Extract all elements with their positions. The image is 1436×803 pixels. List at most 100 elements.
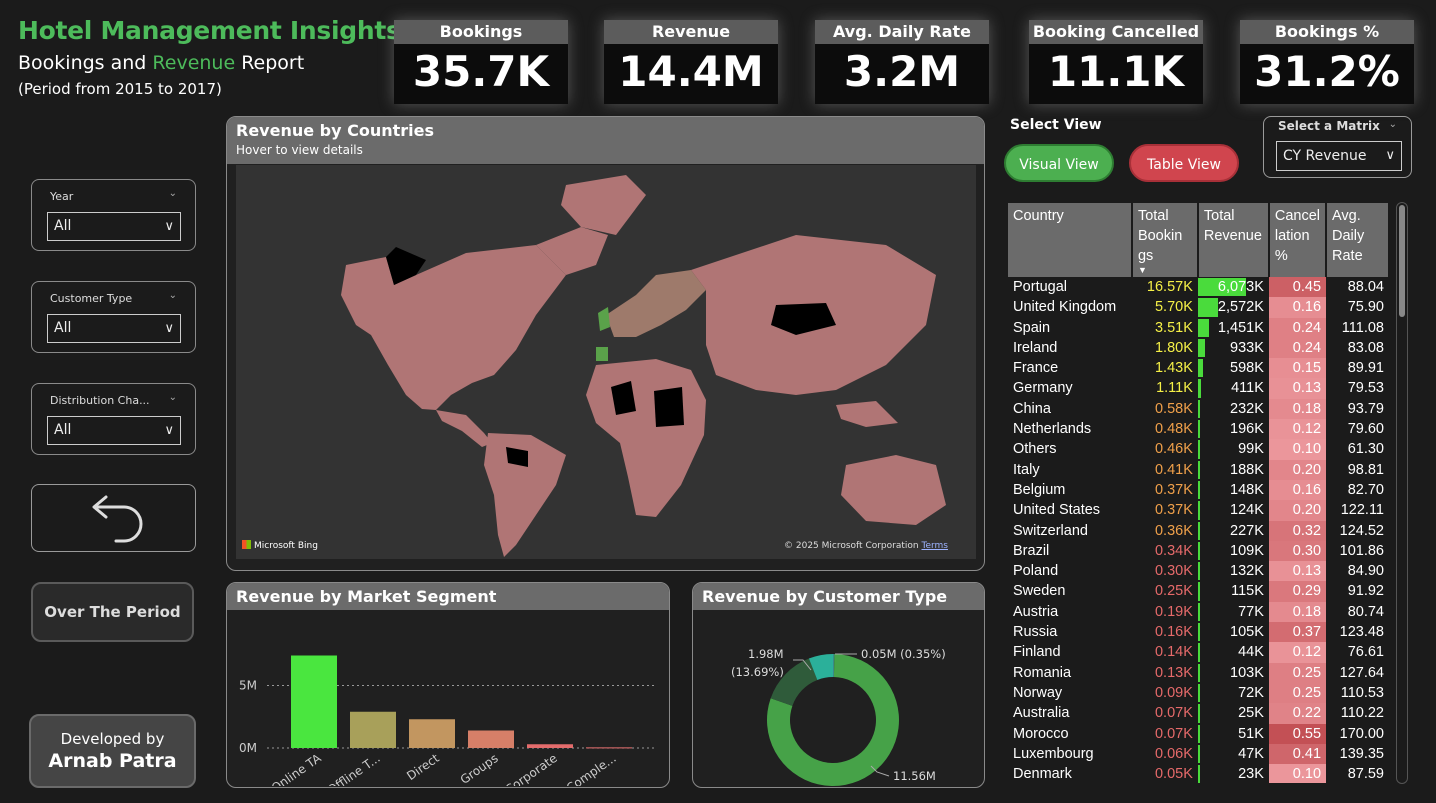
dropdown-value: All bbox=[54, 320, 72, 336]
reset-button[interactable] bbox=[31, 484, 196, 552]
col-avg-daily-rate[interactable]: Avg. Daily Rate bbox=[1326, 203, 1390, 277]
kpi-value: 31.2% bbox=[1254, 47, 1400, 96]
table-row[interactable]: Ireland 1.80K 933K 0.24 83.08 bbox=[1008, 337, 1389, 359]
revenue-databar bbox=[1197, 501, 1200, 520]
revenue-databar bbox=[1197, 744, 1200, 764]
cell-revenue: 124K bbox=[1197, 500, 1269, 520]
table-row[interactable]: Austria 0.19K 77K 0.18 80.74 bbox=[1008, 601, 1389, 623]
table-row[interactable]: Finland 0.14K 44K 0.12 76.61 bbox=[1008, 642, 1389, 663]
slice-label: 1.98M bbox=[748, 647, 784, 661]
filter-distribution-channel[interactable]: Distribution Cha... ⌄ All ∨ bbox=[31, 383, 196, 455]
table-scrollbar[interactable] bbox=[1396, 202, 1408, 784]
customer-type-dropdown[interactable]: All ∨ bbox=[47, 314, 181, 343]
table-row[interactable]: Sweden 0.25K 115K 0.29 91.92 bbox=[1008, 581, 1389, 602]
col-country[interactable]: Country bbox=[1008, 203, 1133, 277]
chevron-down-icon[interactable]: ⌄ bbox=[169, 188, 177, 199]
table-row[interactable]: Romania 0.13K 103K 0.25 127.64 bbox=[1008, 662, 1389, 683]
year-dropdown[interactable]: All ∨ bbox=[47, 212, 181, 241]
cell-country: Spain bbox=[1013, 319, 1051, 336]
col-cancellation[interactable]: Cancel lation % bbox=[1268, 203, 1328, 277]
bar[interactable] bbox=[291, 655, 337, 749]
revenue-value: 77K bbox=[1238, 603, 1264, 620]
col-total-bookings[interactable]: Total Bookin gs ▼ bbox=[1131, 203, 1199, 277]
market-segment-chart[interactable]: 0M 5M Online TA Offline T... Direct Groups Cor… bbox=[227, 610, 670, 787]
table-row[interactable]: United Kingdom 5.70K 2,572K 0.16 75.90 bbox=[1008, 297, 1389, 318]
revenue-value: 124K bbox=[1230, 502, 1264, 519]
revenue-value: 2,572K bbox=[1217, 299, 1264, 316]
table-row[interactable]: Denmark 0.05K 23K 0.10 87.59 bbox=[1008, 764, 1389, 783]
table-view-button[interactable]: Table View bbox=[1129, 144, 1239, 182]
dashboard: Hotel Management Insights Bookings and R… bbox=[0, 0, 1436, 803]
revenue-value: 109K bbox=[1230, 542, 1264, 559]
bing-logo: Microsoft Bing bbox=[242, 540, 318, 551]
revenue-value: 51K bbox=[1238, 725, 1264, 742]
cell-bookings: 1.43K bbox=[1154, 360, 1193, 377]
cell-avg-daily-rate: 101.86 bbox=[1339, 542, 1384, 559]
cell-cancellation: 0.22 bbox=[1268, 703, 1327, 724]
table-row[interactable]: China 0.58K 232K 0.18 93.79 bbox=[1008, 398, 1389, 420]
cell-revenue: 1,451K bbox=[1197, 318, 1269, 338]
table-row[interactable]: Others 0.46K 99K 0.10 61.30 bbox=[1008, 439, 1389, 460]
cell-cancellation: 0.55 bbox=[1268, 723, 1327, 744]
filter-label: Distribution Cha... bbox=[50, 394, 150, 407]
revenue-databar bbox=[1197, 460, 1200, 479]
chevron-down-icon: ∨ bbox=[1385, 148, 1395, 163]
cell-revenue: 227K bbox=[1197, 521, 1269, 541]
revenue-value: 148K bbox=[1230, 481, 1264, 498]
table-row[interactable]: Luxembourg 0.06K 47K 0.41 139.35 bbox=[1008, 743, 1389, 765]
table-row[interactable]: United States 0.37K 124K 0.20 122.11 bbox=[1008, 500, 1389, 521]
table-row[interactable]: Switzerland 0.36K 227K 0.32 124.52 bbox=[1008, 520, 1389, 541]
cell-revenue: 44K bbox=[1197, 642, 1269, 662]
table-row[interactable]: Spain 3.51K 1,451K 0.24 111.08 bbox=[1008, 317, 1389, 338]
chevron-down-icon[interactable]: ⌄ bbox=[1389, 119, 1397, 130]
table-row[interactable]: Belgium 0.37K 148K 0.16 82.70 bbox=[1008, 479, 1389, 501]
chevron-down-icon[interactable]: ⌄ bbox=[169, 290, 177, 301]
table-row[interactable]: Australia 0.07K 25K 0.22 110.22 bbox=[1008, 703, 1389, 724]
over-the-period-button[interactable]: Over The Period bbox=[31, 582, 194, 642]
cell-country: Switzerland bbox=[1013, 522, 1088, 539]
bar[interactable] bbox=[350, 711, 396, 748]
revenue-by-countries-panel: Revenue by Countries Hover to view detai… bbox=[226, 116, 985, 571]
bar[interactable] bbox=[527, 744, 573, 748]
col-total-revenue[interactable]: Total Revenue bbox=[1197, 203, 1270, 277]
filter-year[interactable]: Year ⌄ All ∨ bbox=[31, 179, 196, 251]
table-row[interactable]: Germany 1.11K 411K 0.13 79.53 bbox=[1008, 378, 1389, 399]
bar[interactable] bbox=[409, 719, 455, 748]
terms-link[interactable]: Terms bbox=[921, 541, 948, 551]
cell-avg-daily-rate: 82.70 bbox=[1347, 481, 1384, 498]
bar[interactable] bbox=[468, 730, 514, 749]
cell-country: Italy bbox=[1013, 461, 1040, 478]
chevron-down-icon[interactable]: ⌄ bbox=[169, 392, 177, 403]
revenue-databar bbox=[1197, 359, 1203, 378]
customer-type-donut[interactable]: 1.98M(13.69%)0.05M (0.35%)11.56M(80.01%) bbox=[693, 610, 985, 786]
table-row[interactable]: France 1.43K 598K 0.15 89.91 bbox=[1008, 358, 1389, 379]
bar[interactable] bbox=[586, 747, 632, 749]
matrix-selector[interactable]: Select a Matrix ⌄ CY Revenue ∨ bbox=[1263, 116, 1412, 178]
revenue-value: 188K bbox=[1230, 461, 1264, 478]
visual-view-button[interactable]: Visual View bbox=[1004, 144, 1114, 182]
world-map[interactable]: Microsoft Bing © 2025 Microsoft Corporat… bbox=[236, 165, 976, 559]
filter-customer-type[interactable]: Customer Type ⌄ All ∨ bbox=[31, 281, 196, 353]
table-row[interactable]: Netherlands 0.48K 196K 0.12 79.60 bbox=[1008, 419, 1389, 440]
x-tick-label: Comple... bbox=[564, 751, 619, 786]
revenue-databar bbox=[1197, 724, 1200, 743]
matrix-dropdown[interactable]: CY Revenue ∨ bbox=[1276, 141, 1402, 171]
cell-cancellation: 0.15 bbox=[1268, 358, 1327, 379]
table-row[interactable]: Poland 0.30K 132K 0.13 84.90 bbox=[1008, 561, 1389, 582]
table-row[interactable]: Morocco 0.07K 51K 0.55 170.00 bbox=[1008, 723, 1389, 744]
table-row[interactable]: Russia 0.16K 105K 0.37 123.48 bbox=[1008, 622, 1389, 643]
revenue-value: 232K bbox=[1230, 400, 1264, 417]
period-label: (Period from 2015 to 2017) bbox=[18, 80, 222, 98]
table-row[interactable]: Portugal 16.57K 6,073K 0.45 88.04 bbox=[1008, 277, 1389, 298]
scrollbar-thumb[interactable] bbox=[1399, 205, 1405, 317]
revenue-value: 25K bbox=[1238, 705, 1264, 722]
cell-bookings: 0.36K bbox=[1154, 522, 1193, 539]
table-row[interactable]: Norway 0.09K 72K 0.25 110.53 bbox=[1008, 682, 1389, 704]
cell-avg-daily-rate: 124.52 bbox=[1339, 522, 1384, 539]
cell-cancellation: 0.10 bbox=[1268, 439, 1327, 460]
distribution-channel-dropdown[interactable]: All ∨ bbox=[47, 416, 181, 445]
cell-avg-daily-rate: 110.22 bbox=[1340, 705, 1384, 722]
cell-avg-daily-rate: 79.53 bbox=[1347, 380, 1384, 397]
table-row[interactable]: Italy 0.41K 188K 0.20 98.81 bbox=[1008, 459, 1389, 480]
table-row[interactable]: Brazil 0.34K 109K 0.30 101.86 bbox=[1008, 540, 1389, 562]
